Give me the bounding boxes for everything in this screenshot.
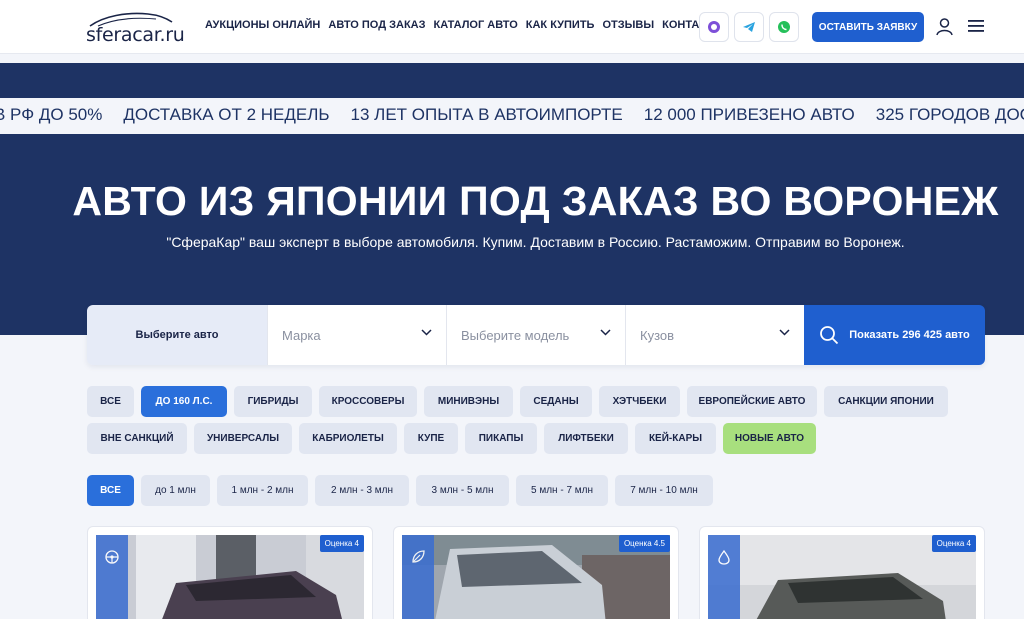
category-chip-crossovers[interactable]: КРОССОВЕРЫ [319, 386, 417, 417]
chevron-down-icon [600, 329, 611, 336]
search-icon [820, 326, 839, 345]
price-chip-all[interactable]: ВСЕ [87, 475, 134, 506]
ticker-item: 13 ЛЕТ ОПЫТА В АВТОИМПОРТЕ [350, 105, 623, 124]
rating-badge: Оценка 4.5 [618, 535, 670, 552]
price-chip-under-1m[interactable]: до 1 млн [141, 475, 210, 506]
user-icon[interactable] [936, 18, 953, 36]
drop-icon [718, 549, 730, 565]
request-button[interactable]: ОСТАВИТЬ ЗАЯВКУ [812, 12, 924, 42]
car-card[interactable]: Оценка 4 [87, 526, 373, 619]
category-chip-cabriolets[interactable]: КАБРИОЛЕТЫ [299, 423, 397, 454]
rating-badge: Оценка 4 [319, 535, 364, 552]
category-chip-hatchbacks[interactable]: ХЭТЧБЕКИ [599, 386, 680, 417]
category-chip-coupe[interactable]: КУПЕ [404, 423, 458, 454]
hamburger-menu-icon[interactable] [968, 19, 984, 33]
whatsapp-button[interactable] [769, 12, 799, 42]
car-search-bar: Выберите авто Марка Выберите модель Кузо… [87, 305, 985, 365]
category-chip-kei-cars[interactable]: КЕЙ-КАРЫ [635, 423, 716, 454]
category-chip-liftbacks[interactable]: ЛИФТБЕКИ [544, 423, 628, 454]
logo[interactable]: sferacar.ru [86, 10, 185, 46]
nav-catalog[interactable]: КАТАЛОГ АВТО [434, 19, 518, 31]
show-cars-label: Показать 296 425 авто [849, 329, 970, 341]
price-chip-2m-3m[interactable]: 2 млн - 3 млн [315, 475, 409, 506]
card-side-strip [708, 535, 740, 619]
nav-order-car[interactable]: АВТО ПОД ЗАКАЗ [328, 19, 425, 31]
ticker-strip: В РФ ДО 50% ДОСТАВКА ОТ 2 НЕДЕЛЬ 13 ЛЕТ … [0, 98, 1024, 134]
make-placeholder: Марка [282, 327, 321, 343]
telegram-button[interactable] [734, 12, 764, 42]
nav-how-to-buy[interactable]: КАК КУПИТЬ [526, 19, 595, 31]
card-side-strip [96, 535, 128, 619]
viber-icon [708, 21, 720, 33]
category-chip-sedans[interactable]: СЕДАНЫ [520, 386, 592, 417]
category-chip-new-cars[interactable]: НОВЫЕ АВТО [723, 423, 816, 454]
card-side-strip [402, 535, 434, 619]
leaf-icon [412, 550, 425, 563]
whatsapp-icon [778, 21, 790, 33]
body-select[interactable]: Кузов [625, 305, 804, 365]
steering-wheel-icon [105, 550, 119, 564]
category-chip-no-sanctions[interactable]: ВНЕ САНКЦИЙ [87, 423, 187, 454]
chevron-down-icon [421, 329, 432, 336]
ticker-item: 12 000 ПРИВЕЗЕНО АВТО [643, 105, 855, 124]
price-chip-1m-2m[interactable]: 1 млн - 2 млн [217, 475, 308, 506]
category-chip-wagons[interactable]: УНИВЕРСАЛЫ [194, 423, 292, 454]
chevron-down-icon [779, 329, 790, 336]
logo-text: sferacar.ru [86, 24, 185, 46]
car-card[interactable]: Оценка 4.5 [393, 526, 679, 619]
model-select[interactable]: Выберите модель [446, 305, 625, 365]
make-select[interactable]: Марка [267, 305, 446, 365]
viber-button[interactable] [699, 12, 729, 42]
category-chip-under-160hp[interactable]: ДО 160 Л.С. [141, 386, 227, 417]
price-chip-3m-5m[interactable]: 3 млн - 5 млн [416, 475, 509, 506]
model-placeholder: Выберите модель [461, 327, 570, 343]
category-chip-european[interactable]: ЕВРОПЕЙСКИЕ АВТО [687, 386, 817, 417]
page-title: АВТО ИЗ ЯПОНИИ ПОД ЗАКАЗ ВО ВОРОНЕЖ [72, 178, 999, 224]
price-chip-7m-10m[interactable]: 7 млн - 10 млн [615, 475, 713, 506]
search-label: Выберите авто [87, 305, 267, 365]
nav-auctions[interactable]: АУКЦИОНЫ ОНЛАЙН [205, 19, 320, 31]
ticker-item: 325 ГОРОДОВ ДОСТАВКИ [875, 105, 1024, 124]
nav-reviews[interactable]: ОТЗЫВЫ [602, 19, 654, 31]
ticker-item: В РФ ДО 50% [0, 105, 103, 124]
category-chip-minivans[interactable]: МИНИВЭНЫ [424, 386, 513, 417]
category-chip-hybrids[interactable]: ГИБРИДЫ [234, 386, 312, 417]
category-chip-japan-sanctions[interactable]: САНКЦИИ ЯПОНИИ [824, 386, 948, 417]
car-card[interactable]: Оценка 4 [699, 526, 985, 619]
body-placeholder: Кузов [640, 327, 675, 343]
price-chip-5m-7m[interactable]: 5 млн - 7 млн [516, 475, 608, 506]
hero-subtitle: "СфераКар" ваш эксперт в выборе автомоби… [166, 234, 905, 250]
ticker-item: ДОСТАВКА ОТ 2 НЕДЕЛЬ [123, 105, 330, 124]
main-nav: АУКЦИОНЫ ОНЛАЙН АВТО ПОД ЗАКАЗ КАТАЛОГ А… [205, 19, 732, 31]
show-cars-button[interactable]: Показать 296 425 авто [804, 305, 985, 365]
category-chip-pickups[interactable]: ПИКАПЫ [465, 423, 537, 454]
rating-badge: Оценка 4 [931, 535, 976, 552]
site-header: sferacar.ru АУКЦИОНЫ ОНЛАЙН АВТО ПОД ЗАК… [0, 0, 1024, 54]
category-chip-all[interactable]: ВСЕ [87, 386, 134, 417]
telegram-icon [743, 22, 755, 32]
